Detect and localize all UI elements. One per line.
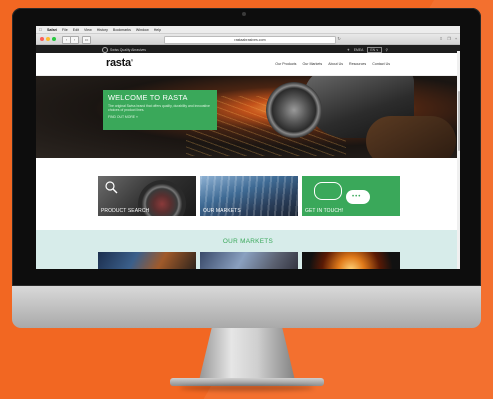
reload-icon[interactable]: ↻ (336, 36, 342, 42)
swiss-cross-icon (102, 46, 108, 53)
tile-our-markets[interactable]: OUR MARKETS (200, 176, 298, 216)
apple-icon[interactable]:  (39, 26, 42, 33)
dots-icon: ••• (352, 194, 362, 200)
welcome-text: The original Swiss brand that offers qua… (108, 104, 210, 112)
forward-button[interactable]: › (70, 36, 79, 44)
region-text[interactable]: EMEA (354, 48, 364, 52)
site-logo[interactable]: rasta® (106, 57, 133, 69)
main-nav: Our Products Our Markets About Us Resour… (275, 62, 390, 66)
zoom-window-button[interactable] (52, 37, 56, 41)
registered-mark: ® (130, 58, 133, 63)
nav-about-us[interactable]: About Us (328, 62, 343, 66)
logo-text: rasta (106, 57, 131, 69)
close-window-button[interactable] (40, 37, 44, 41)
menu-item-safari[interactable]: Safari (47, 28, 57, 32)
tabs-icon[interactable]: ❐ (446, 36, 452, 42)
menu-item-bookmarks[interactable]: Bookmarks (113, 28, 131, 32)
monitor-screen:  Safari File Edit View History Bookmark… (36, 26, 460, 269)
menu-item-window[interactable]: Window (136, 28, 149, 32)
tile-label: GET IN TOUCH! (305, 208, 344, 214)
tile-product-search[interactable]: PRODUCT SEARCH (98, 176, 196, 216)
sidebar-icon[interactable]: ▭ (82, 36, 91, 44)
tile-get-in-touch[interactable]: ••• GET IN TOUCH! (302, 176, 400, 216)
tile-label: OUR MARKETS (203, 208, 241, 214)
top-strip-right: ✈ EMEA EN ∨ ⚲ (346, 46, 388, 53)
glove-image (366, 116, 456, 158)
nav-resources[interactable]: Resources (349, 62, 366, 66)
welcome-title: WELCOME TO RASTA (108, 93, 188, 102)
market-image-foundry[interactable] (302, 252, 400, 269)
search-icon[interactable]: ⚲ (386, 48, 388, 52)
site-top-strip: Swiss Quality Abrasives ✈ EMEA EN ∨ ⚲ (36, 45, 460, 53)
speech-bubble-icon (314, 182, 342, 200)
share-icon[interactable]: ⇧ (438, 36, 444, 42)
camera-dot (242, 12, 246, 16)
browser-toolbar: ‹ › ▭ rastaabrasives.com ↻ ⇧ ❐ + (36, 34, 460, 45)
nav-our-markets[interactable]: Our Markets (302, 62, 322, 66)
language-select[interactable]: EN ∨ (367, 46, 382, 53)
feature-tiles: PRODUCT SEARCH OUR MARKETS ••• GET IN TO… (36, 158, 460, 230)
monitor-shadow (180, 385, 314, 391)
minimize-window-button[interactable] (46, 37, 50, 41)
find-out-more-link[interactable]: FIND OUT MORE » (108, 115, 212, 119)
menu-item-file[interactable]: File (62, 28, 68, 32)
swiss-badge-text: Swiss Quality Abrasives (110, 47, 146, 52)
market-image-welding[interactable] (98, 252, 196, 269)
menu-item-help[interactable]: Help (154, 28, 161, 32)
menu-item-view[interactable]: View (84, 28, 92, 32)
nav-our-products[interactable]: Our Products (275, 62, 296, 66)
grinding-disc-image (266, 82, 322, 138)
market-image-industrial[interactable] (200, 252, 298, 269)
scrollbar-thumb[interactable] (457, 91, 460, 151)
markets-section: OUR MARKETS (36, 230, 460, 269)
markets-title: OUR MARKETS (222, 238, 274, 245)
tile-label: PRODUCT SEARCH (101, 208, 150, 214)
menu-item-edit[interactable]: Edit (73, 28, 79, 32)
nav-contact-us[interactable]: Contact Us (372, 62, 390, 66)
monitor-stand (199, 328, 295, 380)
address-bar[interactable]: rastaabrasives.com (164, 36, 336, 44)
magnifier-icon (105, 181, 118, 194)
swiss-badge: Swiss Quality Abrasives (102, 46, 146, 53)
plane-icon: ✈ (346, 47, 350, 52)
monitor-chin (12, 286, 481, 328)
add-tab-icon[interactable]: + (453, 36, 459, 42)
menu-item-history[interactable]: History (97, 28, 108, 32)
hero-banner: WELCOME TO RASTA The original Swiss bran… (36, 76, 460, 158)
site-header: rasta® Our Products Our Markets About Us… (36, 53, 460, 76)
page-scrollbar[interactable] (457, 51, 460, 269)
os-menubar:  Safari File Edit View History Bookmark… (36, 26, 460, 34)
welcome-box: WELCOME TO RASTA The original Swiss bran… (103, 90, 217, 130)
